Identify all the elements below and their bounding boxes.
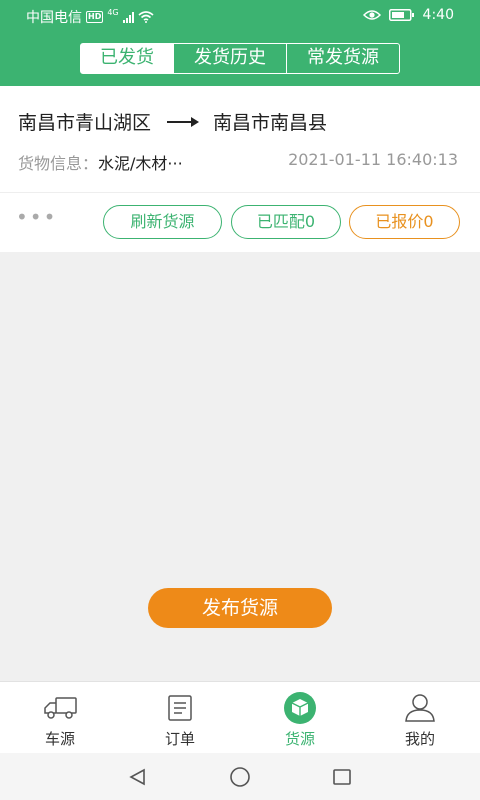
cargo-box-icon [282, 692, 318, 724]
route-destination: 南昌市南昌县 [213, 112, 328, 134]
recent-apps-icon[interactable] [331, 766, 353, 788]
card-divider [0, 192, 480, 193]
signal-icon [122, 11, 134, 23]
order-list-icon [162, 692, 198, 724]
status-right: 4:40 [362, 7, 454, 23]
cargo-card[interactable]: 南昌市青山湖区 南昌市南昌县 货物信息： 水泥/木材··· 2021-01-11… [0, 86, 480, 252]
tab-cargo[interactable]: 货源 [240, 682, 360, 753]
system-nav-bar [0, 753, 480, 800]
cargo-info: 货物信息： 水泥/木材··· [18, 150, 183, 174]
cargo-info-label: 货物信息： [18, 154, 99, 173]
post-time: 2021-01-11 16:40:13 [288, 150, 458, 169]
tab-orders[interactable]: 订单 [120, 682, 240, 753]
refresh-cargo-button[interactable]: 刷新货源 [103, 205, 222, 239]
quoted-button[interactable]: 已报价0 [349, 205, 460, 239]
network-type: 4G [107, 7, 119, 17]
status-bar: 中国电信 HD 4G 4:40 [0, 0, 480, 34]
tab-shipping-history[interactable]: 发货历史 [173, 44, 286, 73]
segment-tabs: 已发货 发货历史 常发货源 [80, 43, 400, 74]
clock: 4:40 [422, 7, 454, 23]
tab-vehicles-label: 车源 [44, 730, 75, 748]
battery-icon [388, 9, 414, 21]
truck-icon [42, 692, 78, 724]
tab-cargo-label: 货源 [284, 730, 315, 748]
route-origin: 南昌市青山湖区 [18, 112, 152, 134]
home-icon[interactable] [229, 766, 251, 788]
back-icon[interactable] [127, 766, 149, 788]
route: 南昌市青山湖区 南昌市南昌县 [18, 108, 327, 135]
tab-shipped[interactable]: 已发货 [81, 44, 173, 73]
wifi-icon [138, 11, 154, 23]
eye-icon [362, 10, 381, 20]
hd-badge: HD [86, 11, 104, 23]
tab-vehicles[interactable]: 车源 [0, 682, 120, 753]
more-options-icon[interactable]: ••• [16, 207, 57, 227]
user-icon [402, 692, 438, 724]
status-left: 中国电信 HD 4G [26, 7, 154, 27]
tab-frequent-cargo[interactable]: 常发货源 [286, 44, 399, 73]
bottom-tab-bar: 车源 订单 货源 我的 [0, 681, 480, 753]
app-header: 已发货 发货历史 常发货源 [0, 34, 480, 86]
publish-cargo-button[interactable]: 发布货源 [148, 588, 332, 628]
tab-orders-label: 订单 [164, 730, 195, 748]
tab-mine-label: 我的 [404, 730, 435, 748]
matched-button[interactable]: 已匹配0 [231, 205, 341, 239]
cargo-info-value: 水泥/木材··· [98, 154, 183, 173]
carrier-name: 中国电信 [26, 10, 82, 26]
tab-mine[interactable]: 我的 [360, 682, 480, 753]
arrow-right-icon [167, 116, 200, 127]
